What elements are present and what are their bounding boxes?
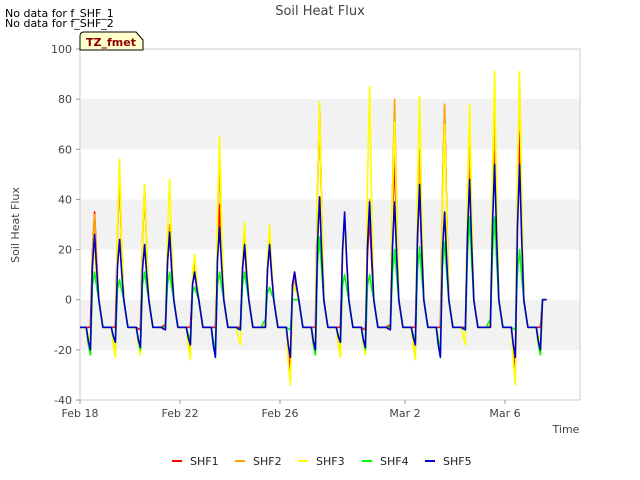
x-tick-label: Feb 26 [262, 407, 299, 420]
x-axis-label: Time [552, 423, 580, 436]
grid-band [80, 99, 580, 150]
tz-tag: TZ_fmet [79, 31, 144, 51]
y-tick-label: 60 [58, 143, 72, 156]
y-tick-label: 20 [58, 244, 72, 257]
x-tick-label: Mar 6 [489, 407, 520, 420]
legend-label-shf3: SHF3 [316, 455, 345, 468]
legend-label-shf2: SHF2 [253, 455, 282, 468]
legend-label-shf5: SHF5 [443, 455, 472, 468]
x-tick-label: Feb 22 [162, 407, 199, 420]
chart-title: Soil Heat Flux [275, 4, 365, 19]
y-tick-label: 100 [51, 43, 72, 56]
grid-band [80, 199, 580, 250]
y-tick-label: 80 [58, 93, 72, 106]
x-tick-label: Feb 18 [62, 407, 99, 420]
grid-band [80, 299, 580, 350]
y-tick-label: 0 [65, 294, 72, 307]
soil-heat-flux-chart: -40 -20 0 20 40 60 80 100 Feb 18 Feb 22 Feb 26 Mar… [9, 4, 581, 468]
tz-tag-label: TZ_fmet [86, 36, 136, 49]
x-tick-label: Mar 2 [389, 407, 420, 420]
y-axis-label: Soil Heat Flux [9, 187, 22, 263]
legend-label-shf1: SHF1 [190, 455, 219, 468]
y-tick-label: -40 [54, 394, 72, 407]
legend: SHF1 SHF2 SHF3 SHF4 SHF5 [172, 455, 472, 468]
y-tick-label: 40 [58, 193, 72, 206]
y-tick-label: -20 [54, 344, 72, 357]
legend-label-shf4: SHF4 [380, 455, 409, 468]
